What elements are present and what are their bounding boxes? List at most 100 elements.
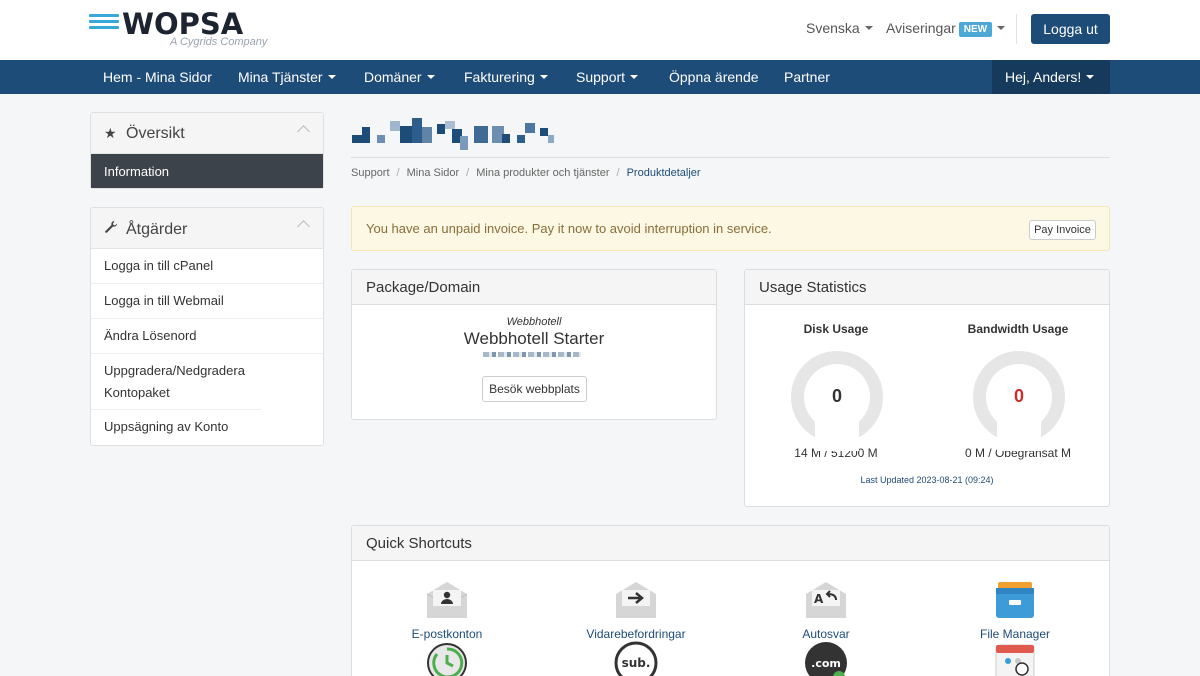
subdomains-icon: sub. — [614, 641, 658, 676]
sidebar-item-label: Logga in till Webmail — [104, 293, 224, 308]
shortcut-autoresponders[interactable]: A Autosvar — [751, 580, 901, 641]
shortcut-forwarders[interactable]: Vidarebefordringar — [561, 580, 711, 641]
bandwidth-usage-label: Bandwidth Usage — [967, 322, 1069, 336]
shortcut-subdomains[interactable]: sub. — [561, 641, 711, 676]
nav-label: Hem - Mina Sidor — [103, 69, 212, 85]
caret-down-icon — [327, 75, 336, 79]
sidebar-item-label: Ändra Lösenord — [104, 328, 197, 343]
breadcrumb: Support / Mina Sidor / Mina produkter och tj… — [351, 167, 701, 179]
notifications-dropdown[interactable]: Aviseringar NEW — [886, 20, 1006, 37]
nav-item-home[interactable]: Hem - Mina Sidor — [103, 69, 212, 85]
shortcut-label: File Manager — [979, 627, 1051, 641]
nav-label: Öppna ärende — [669, 69, 759, 85]
wrench-icon — [104, 220, 120, 237]
usage-panel-title: Usage Statistics — [745, 270, 1109, 305]
nav-label: Fakturering — [464, 69, 535, 85]
nav-label: Mina Tjänster — [238, 69, 323, 85]
sidebar-item-information[interactable]: Information — [91, 154, 323, 188]
sidebar-item-cancel-account[interactable]: Uppsägning av Konto — [91, 410, 323, 445]
breadcrumb-products[interactable]: Mina produkter och tjänster — [476, 167, 609, 179]
notifications-label: Aviseringar — [886, 20, 956, 36]
sidebar-item-webmail-login[interactable]: Logga in till Webmail — [91, 284, 323, 319]
nav-item-open-ticket[interactable]: Öppna ärende — [669, 69, 759, 85]
logout-button[interactable]: Logga ut — [1031, 14, 1110, 44]
sidebar-actions-header[interactable]: Åtgärder — [91, 208, 323, 249]
nav-label: Partner — [784, 69, 830, 85]
sidebar-item-label: Logga in till cPanel — [104, 258, 214, 273]
shortcut-calendar[interactable] — [940, 641, 1090, 676]
logo-tagline: A Cygrids Company — [170, 36, 268, 48]
addon-domains-icon: .com — [805, 642, 847, 676]
bandwidth-usage-gauge: 0 — [973, 351, 1065, 451]
autoresponders-icon: A — [806, 582, 846, 618]
sidebar-item-cpanel-login[interactable]: Logga in till cPanel — [91, 249, 323, 284]
user-menu[interactable]: Hej, Anders! — [992, 60, 1110, 94]
sidebar-item-label: Information — [104, 164, 170, 179]
package-panel-title: Package/Domain — [352, 270, 716, 305]
caret-down-icon — [1086, 75, 1095, 79]
package-domain-redacted — [483, 352, 581, 357]
caret-down-icon — [630, 75, 639, 79]
title-divider — [351, 157, 1110, 158]
logo-mark-icon — [89, 14, 119, 32]
shortcut-label: E-postkonton — [411, 627, 483, 641]
sidebar-item-change-password[interactable]: Ändra Lösenord — [91, 319, 323, 354]
user-greeting: Hej, Anders! — [1005, 69, 1082, 85]
nav-item-domains[interactable]: Domäner — [364, 69, 435, 85]
quick-shortcuts-panel: Quick Shortcuts E-postkonton Vidarebefor… — [351, 525, 1110, 676]
page-title-redacted — [352, 118, 562, 152]
bandwidth-usage-value: 0 — [1013, 386, 1024, 406]
last-updated: Last Updated 2023-08-21 (09:24) — [860, 475, 994, 485]
pay-invoice-button[interactable]: Pay Invoice — [1029, 220, 1096, 240]
nav-item-partner[interactable]: Partner — [784, 69, 830, 85]
sidebar-overview-header[interactable]: ★ Översikt — [91, 113, 323, 154]
breadcrumb-support[interactable]: Support — [351, 167, 390, 179]
visit-website-button[interactable]: Besök webbplats — [482, 376, 587, 402]
language-label: Svenska — [806, 20, 860, 36]
cron-jobs-icon — [427, 643, 467, 676]
nav-label: Domäner — [364, 69, 422, 85]
shortcut-file-manager[interactable]: File Manager — [940, 580, 1090, 641]
alert-message: You have an unpaid invoice. Pay it now t… — [366, 221, 772, 236]
calendar-icon — [995, 644, 1035, 676]
chevron-up-icon[interactable] — [297, 220, 310, 233]
shortcut-addon-domains[interactable]: .com — [751, 641, 901, 676]
subdomains-icon-text: sub. — [622, 656, 651, 670]
nav-item-billing[interactable]: Fakturering — [464, 69, 548, 85]
usage-statistics-panel: Usage Statistics Disk Usage 0 14 M / 512… — [744, 269, 1110, 507]
sidebar-actions-panel: Åtgärder Logga in till cPanel Logga in t… — [90, 207, 324, 446]
addon-domains-icon-text: .com — [811, 657, 841, 670]
package-domain-panel: Package/Domain Webbhotell Webbhotell Sta… — [351, 269, 717, 420]
language-dropdown[interactable]: Svenska — [806, 20, 873, 36]
shortcut-label: Autosvar — [802, 627, 850, 641]
shortcuts-panel-title: Quick Shortcuts — [352, 526, 1109, 561]
forwarders-icon — [616, 582, 656, 618]
shortcut-email-accounts[interactable]: E-postkonton — [372, 580, 522, 641]
main-navbar: Hem - Mina Sidor Mina Tjänster Domäner F… — [0, 60, 1200, 94]
sidebar-item-label: Uppgradera/Nedgradera Kontopaket — [104, 363, 245, 400]
nav-item-support[interactable]: Support — [576, 69, 639, 85]
sidebar-overview-panel: ★ Översikt Information — [90, 112, 324, 189]
caret-down-icon — [997, 26, 1006, 30]
header-divider — [1016, 14, 1017, 44]
disk-usage-gauge: 0 — [791, 351, 883, 451]
top-header: WOPSA A Cygrids Company Svenska Aviserin… — [0, 0, 1200, 60]
breadcrumb-current: Produktdetaljer — [626, 167, 701, 179]
disk-usage-value: 0 — [831, 386, 842, 406]
unpaid-invoice-alert: You have an unpaid invoice. Pay it now t… — [351, 206, 1110, 251]
svg-text:A: A — [814, 592, 824, 606]
brand-logo[interactable]: WOPSA A Cygrids Company — [89, 7, 269, 51]
shortcut-label: Vidarebefordringar — [586, 627, 686, 641]
new-badge: NEW — [958, 22, 993, 37]
file-manager-icon — [996, 582, 1034, 618]
caret-down-icon — [864, 26, 873, 30]
sidebar-actions-title: Åtgärder — [126, 221, 188, 238]
sidebar-item-label: Uppsägning av Konto — [104, 419, 229, 434]
breadcrumb-mina-sidor[interactable]: Mina Sidor — [407, 167, 460, 179]
sidebar-item-upgrade-downgrade[interactable]: Uppgradera/Nedgradera Kontopaket — [91, 354, 261, 410]
chevron-up-icon[interactable] — [297, 125, 310, 138]
nav-label: Support — [576, 69, 626, 85]
shortcut-cron-jobs[interactable] — [372, 641, 522, 676]
email-accounts-icon — [426, 582, 468, 618]
nav-item-services[interactable]: Mina Tjänster — [238, 69, 336, 85]
